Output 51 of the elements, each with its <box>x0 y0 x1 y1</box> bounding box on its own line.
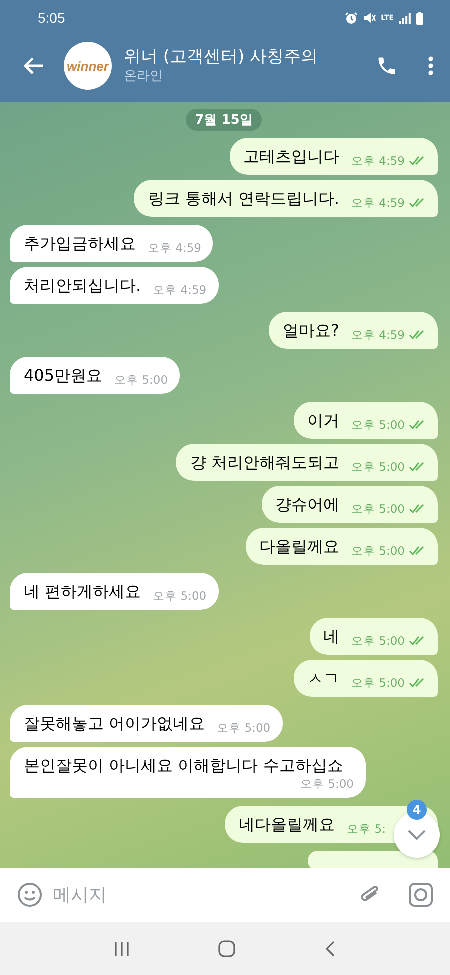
message-time: 오후 5:00 <box>153 589 207 603</box>
phone-icon <box>376 55 398 77</box>
message-time: 오후 5:00 <box>300 777 354 791</box>
message-text: 본인잘못이 아니세요 이해합니다 수고하십쇼 <box>24 755 344 777</box>
message-time: 오후 5:00 <box>352 676 405 690</box>
message-time: 오후 5:00 <box>217 721 271 735</box>
camera-icon[interactable] <box>408 882 434 908</box>
date-label: 7월 15일 <box>186 109 262 131</box>
message-text: 이거 <box>308 410 340 432</box>
message-text: 네다올릴께요 <box>239 814 336 836</box>
battery-icon <box>416 12 424 24</box>
recents-icon[interactable] <box>114 940 130 956</box>
message-time: 오후 5:00 <box>352 634 405 648</box>
clock: 5:05 <box>38 10 66 26</box>
message-time: 오후 5: <box>347 822 386 836</box>
message-time: 오후 5:00 <box>352 544 405 558</box>
message-text: 고테츠입니다 <box>244 146 340 168</box>
message-time: 오후 5:00 <box>352 460 405 474</box>
chat-title: 위너 (고객센터) 사칭주의 <box>124 46 320 68</box>
message-time: 오후 4:59 <box>153 283 207 297</box>
message-text: 걍 처리안해줘도되고 <box>190 452 340 474</box>
online-status: 온라인 <box>124 68 164 86</box>
message-text: 네 <box>324 626 340 648</box>
back-arrow-icon <box>24 57 44 75</box>
signal-icon <box>399 12 411 24</box>
message-text: 처리안되십니다. <box>24 275 142 297</box>
message-text: 추가입금하세요 <box>24 233 136 255</box>
message-text: 얼마요? <box>283 320 340 342</box>
emoji-icon[interactable] <box>17 882 43 908</box>
message-text: 405만원요 <box>24 365 103 387</box>
message-text: 잘못해놓고 어이가없네요 <box>24 713 206 735</box>
unread-badge: 4 <box>407 800 427 820</box>
message-text: ㅅㄱ <box>308 668 340 690</box>
message-time: 오후 4:59 <box>352 328 405 342</box>
message-text: 다올릴께요 <box>260 536 340 558</box>
alarm-icon <box>345 12 358 24</box>
message-time: 오후 4:59 <box>148 241 202 255</box>
message-time: 오후 5:00 <box>352 502 405 516</box>
message-text: 걍슈어에 <box>276 494 340 516</box>
home-icon[interactable] <box>218 940 236 958</box>
message-time: 오후 5:00 <box>352 418 405 432</box>
back-icon[interactable] <box>324 940 336 958</box>
chevron-down-icon <box>407 829 427 841</box>
more-icon <box>428 56 434 76</box>
message-text: 링크 통해서 연락드립니다. <box>148 188 340 210</box>
message-time: 오후 5:00 <box>114 373 168 387</box>
message-time: 오후 4:59 <box>352 196 405 210</box>
message-time: 오후 4:59 <box>352 154 405 168</box>
mute-icon <box>363 12 376 24</box>
avatar[interactable]: winner <box>64 42 112 90</box>
message-text: 네 편하게하세요 <box>24 581 142 603</box>
